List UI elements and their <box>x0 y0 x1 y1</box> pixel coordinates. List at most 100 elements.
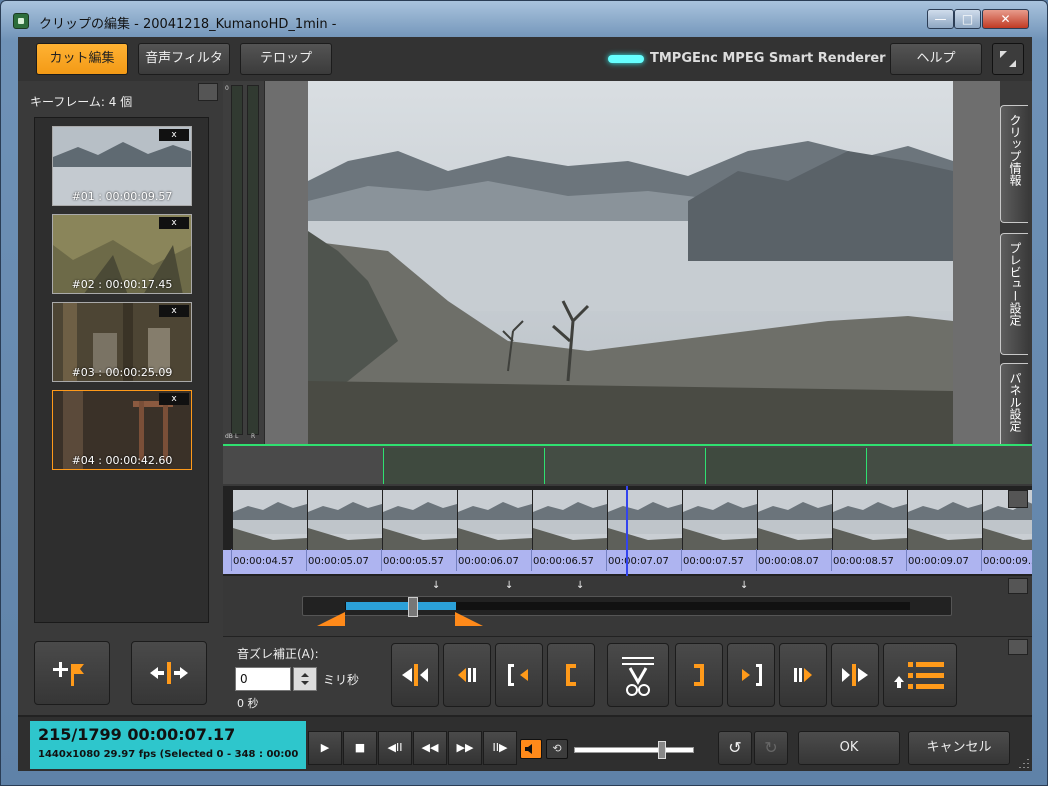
tab-clip-info[interactable]: クリップ情報 <box>1000 105 1028 223</box>
keyframe-item[interactable]: x #02 : 00:00:17.45 <box>52 214 192 294</box>
audio-sync-input[interactable]: 0 <box>235 667 291 691</box>
timecode-label: 00:00:08.07 <box>756 549 819 571</box>
ok-button[interactable]: OK <box>798 731 900 765</box>
add-keyframe-button[interactable] <box>34 641 110 705</box>
audio-sync-unit: ミリ秒 <box>323 673 360 687</box>
resize-grip-icon[interactable] <box>1016 755 1030 769</box>
jump-icon <box>150 662 188 684</box>
scrub-options-button[interactable] <box>1008 578 1028 594</box>
window-title: クリップの編集 - 20041218_KumanoHD_1min - <box>39 17 337 32</box>
keyframe-item[interactable]: x #01 : 00:00:09.57 <box>52 126 192 206</box>
edit-controls: 音ズレ補正(A): 0 ミリ秒 0 秒 <box>223 636 1032 715</box>
cut-segment[interactable] <box>544 448 705 484</box>
expand-button[interactable] <box>992 43 1024 75</box>
play-button[interactable]: ▶ <box>308 731 342 765</box>
timecode-label: 00:00:04.57 <box>231 549 294 571</box>
keyframe-marker-icon: ↓ <box>740 580 749 591</box>
volume-slider[interactable] <box>574 741 710 759</box>
scrub-knob[interactable] <box>408 597 418 617</box>
clip-info-text: 1440x1080 29.97 fps (Selected 0 - 348 : … <box>38 749 299 760</box>
minimize-button[interactable]: — <box>927 9 954 29</box>
tab-preview-settings-label: プレビュー設定 <box>1008 242 1022 326</box>
frame-thumbnail <box>833 490 907 550</box>
tab-telop[interactable]: テロップ <box>240 43 332 75</box>
keyframe-item[interactable]: x #04 : 00:00:42.60 <box>52 390 192 470</box>
controls-options-button[interactable] <box>1008 639 1028 655</box>
keyframe-caption: #02 : 00:00:17.45 <box>71 278 173 291</box>
remove-keyframe-button[interactable]: x <box>159 305 189 317</box>
close-button[interactable]: ✕ <box>982 9 1029 29</box>
go-to-in-button[interactable] <box>495 643 543 707</box>
remove-keyframe-button[interactable]: x <box>159 129 189 141</box>
maximize-button[interactable]: □ <box>954 9 981 29</box>
frame-thumbnail <box>458 490 532 550</box>
top-toolbar: カット編集 音声フィルター テロップ TMPGEnc MPEG Smart Re… <box>18 37 1032 96</box>
audio-level-meter: 0 dB L R <box>223 81 265 444</box>
remove-keyframe-button[interactable]: x <box>159 393 189 405</box>
loop-icon[interactable]: ⟲ <box>546 739 568 759</box>
next-keyframe-button[interactable] <box>831 643 879 707</box>
cut-segment[interactable] <box>383 448 544 484</box>
strip-zoom-button[interactable] <box>1008 490 1028 508</box>
next-frame-button[interactable]: II▶ <box>483 731 517 765</box>
next-keyframe-icon <box>842 664 868 686</box>
frame-thumbnail <box>683 490 757 550</box>
remove-keyframe-button[interactable]: x <box>159 217 189 229</box>
keyframe-list[interactable]: x #01 : 00:00:09.57 x #02 : 00:00:17.45 … <box>34 117 209 623</box>
prev-frame-button[interactable]: ◀II <box>378 731 412 765</box>
cut-segment[interactable] <box>705 448 866 484</box>
jump-keyframe-button[interactable] <box>131 641 207 705</box>
scrub-bar-area: ↓ ↓ ↓ ↓ <box>223 576 1032 636</box>
redo-button[interactable]: ↻ <box>754 731 788 765</box>
frame-thumbnail <box>608 490 682 550</box>
speaker-icon[interactable] <box>520 739 542 759</box>
set-out-button[interactable] <box>675 643 723 707</box>
tab-panel-settings[interactable]: パネル設定 <box>1000 363 1028 455</box>
next-cut-button[interactable] <box>779 643 827 707</box>
cancel-button[interactable]: キャンセル <box>908 731 1010 765</box>
keyframe-item[interactable]: x #03 : 00:00:25.09 <box>52 302 192 382</box>
timecode-label: 00:00:06.07 <box>456 549 519 571</box>
rewind-button[interactable]: ◀◀ <box>413 731 447 765</box>
stop-button[interactable]: ■ <box>343 731 377 765</box>
volume-knob[interactable] <box>658 741 666 759</box>
meter-label: L <box>235 433 239 440</box>
keyframe-caption: #04 : 00:00:42.60 <box>71 454 173 467</box>
keyframe-count: キーフレーム: 4 個 <box>30 95 133 109</box>
timecode-label: 00:00:05.07 <box>306 549 369 571</box>
playhead-cursor[interactable] <box>626 486 628 576</box>
meter-label: R <box>251 433 256 440</box>
position-display: 215/1799 00:00:07.17 1440x1080 29.97 fps… <box>30 721 306 769</box>
frame-thumbnail <box>758 490 832 550</box>
audio-sync-stepper[interactable] <box>293 667 317 691</box>
keyframe-marker-icon: ↓ <box>432 580 441 591</box>
scrub-slider[interactable] <box>302 596 952 617</box>
cut-list-button[interactable] <box>883 643 957 707</box>
cut-segment[interactable] <box>866 448 1032 484</box>
brand-logo: TMPGEnc MPEG Smart Renderer 4 <box>650 51 900 66</box>
prev-cut-button[interactable] <box>443 643 491 707</box>
level-bar-left <box>231 85 243 435</box>
prev-keyframe-button[interactable] <box>391 643 439 707</box>
tab-audio-filter[interactable]: 音声フィルター <box>138 43 230 96</box>
in-point-marker[interactable] <box>317 612 345 626</box>
go-to-out-icon <box>742 664 762 686</box>
panel-collapse-button[interactable] <box>198 83 218 101</box>
go-to-out-button[interactable] <box>727 643 775 707</box>
cut-button[interactable] <box>607 643 669 707</box>
tab-cut-edit[interactable]: カット編集 <box>36 43 128 75</box>
help-button[interactable]: ヘルプ <box>890 43 982 75</box>
cut-segment-bar[interactable] <box>223 444 1032 484</box>
set-out-icon <box>694 664 704 686</box>
undo-button[interactable]: ↺ <box>718 731 752 765</box>
stepper-arrows-icon <box>301 673 309 685</box>
tab-preview-settings[interactable]: プレビュー設定 <box>1000 233 1028 355</box>
app-icon <box>13 13 29 29</box>
keyframe-panel: キーフレーム: 4 個 x #01 : 00:00:09.57 x #02 : … <box>18 81 223 715</box>
fast-forward-button[interactable]: ▶▶ <box>448 731 482 765</box>
set-in-button[interactable] <box>547 643 595 707</box>
out-point-marker[interactable] <box>455 612 483 626</box>
frame-thumbnail <box>908 490 982 550</box>
speaker-glyph <box>525 744 532 754</box>
video-preview[interactable] <box>308 81 953 444</box>
